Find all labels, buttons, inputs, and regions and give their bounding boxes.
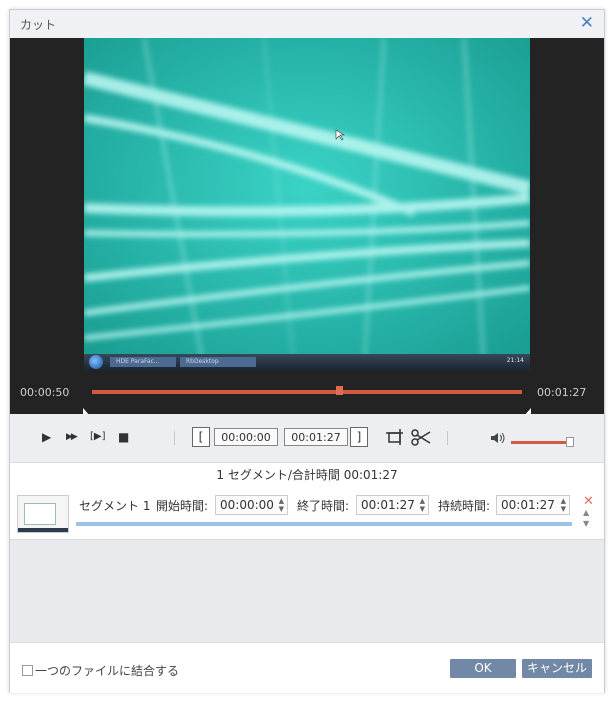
title-bar: カット ✕ — [10, 10, 604, 38]
cut-dialog: カット ✕ HDE ParaFac... RbDesktop 21:14 00:… — [9, 9, 605, 693]
segment-end-spinner[interactable]: 00:01:27 ▲ ▼ — [356, 495, 429, 515]
divider — [174, 431, 175, 445]
delete-segment-icon[interactable]: ✕ — [583, 494, 594, 509]
merge-checkbox[interactable] — [22, 665, 33, 676]
set-start-button[interactable]: [ — [192, 427, 210, 447]
divider — [447, 431, 448, 445]
video-frame[interactable]: HDE ParaFac... RbDesktop 21:14 — [84, 38, 530, 370]
playback-controls: ▶ ▶▶ [▶] ■ [ 00:00:00 00:01:27 ] — [10, 414, 604, 462]
segment-range-bar — [76, 522, 572, 526]
play-button[interactable]: ▶ — [42, 430, 51, 444]
segment-list: セグメント 1 開始時間: 00:00:00 ▲ ▼ 終了時間: 00:01:27… — [10, 488, 604, 642]
segment-start-spinner[interactable]: 00:00:00 ▲ ▼ — [215, 495, 288, 515]
spinner-arrows-icon[interactable]: ▲ ▼ — [561, 497, 566, 513]
segment-summary: 1 セグメント/合計時間 00:01:27 — [10, 462, 604, 489]
scissors-icon[interactable] — [410, 428, 432, 447]
start-time-field[interactable]: 00:00:00 — [214, 428, 278, 446]
playhead-handle[interactable] — [336, 386, 344, 395]
taskbar-clock: 21:14 — [506, 357, 524, 364]
spinner-arrows-icon[interactable]: ▲ ▼ — [420, 497, 425, 513]
timeline-track[interactable] — [92, 390, 522, 394]
start-orb-icon — [89, 355, 103, 369]
spinner-arrows-icon[interactable]: ▲ ▼ — [279, 497, 284, 513]
move-up-icon[interactable]: ▲ — [583, 508, 589, 517]
dialog-footer: 一つのファイルに結合する OK キャンセル — [10, 642, 604, 693]
stop-button[interactable]: ■ — [118, 430, 129, 444]
taskbar-item: RbDesktop — [180, 357, 256, 367]
segment-thumbnail — [17, 495, 69, 533]
volume-icon[interactable] — [490, 432, 505, 444]
duration-label: 持続時間: — [438, 499, 491, 513]
fast-forward-button[interactable]: ▶▶ — [66, 432, 78, 442]
volume-slider-track[interactable] — [511, 441, 573, 444]
cancel-button[interactable]: キャンセル — [522, 659, 592, 678]
total-time: 00:01:27 — [537, 386, 587, 399]
segment-row[interactable]: セグメント 1 開始時間: 00:00:00 ▲ ▼ 終了時間: 00:01:27… — [10, 488, 604, 540]
segment-name: セグメント 1 — [79, 499, 151, 513]
segment-duration-value: 00:01:27 — [501, 498, 555, 512]
dialog-title: カット — [20, 18, 57, 32]
video-player: HDE ParaFac... RbDesktop 21:14 00:00:50 … — [10, 38, 604, 416]
ok-button[interactable]: OK — [450, 659, 516, 678]
segment-start-value: 00:00:00 — [220, 498, 274, 512]
current-time: 00:00:50 — [20, 386, 70, 399]
taskbar-item: HDE ParaFac... — [110, 357, 176, 367]
frame-step-button[interactable]: [▶] — [90, 431, 106, 442]
close-icon[interactable]: ✕ — [580, 13, 594, 33]
video-taskbar: HDE ParaFac... RbDesktop 21:14 — [84, 354, 530, 370]
thumbnail-window — [24, 503, 56, 525]
end-time-label: 終了時間: — [297, 499, 350, 513]
segment-duration-spinner[interactable]: 00:01:27 ▲ ▼ — [496, 495, 570, 515]
end-time-field[interactable]: 00:01:27 — [284, 428, 348, 446]
crop-icon[interactable] — [386, 429, 404, 446]
volume-slider-handle[interactable] — [565, 437, 574, 447]
video-content — [84, 38, 530, 370]
set-end-button[interactable]: ] — [350, 427, 368, 447]
start-time-label: 開始時間: — [156, 499, 209, 513]
thumbnail-taskbar — [18, 528, 68, 532]
segment-end-value: 00:01:27 — [361, 498, 415, 512]
merge-label[interactable]: 一つのファイルに結合する — [35, 662, 179, 679]
move-down-icon[interactable]: ▼ — [583, 519, 589, 528]
